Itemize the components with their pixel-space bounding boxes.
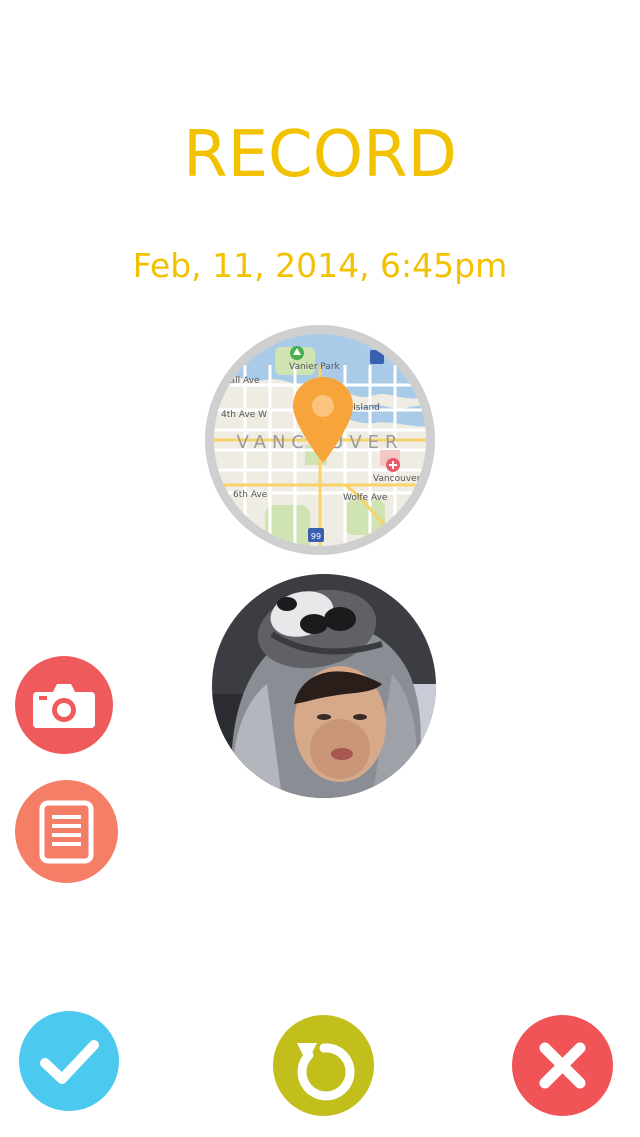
refresh-icon xyxy=(297,1043,355,1101)
map-label-avenue-4: 4th Ave W xyxy=(221,410,267,420)
notes-icon xyxy=(39,800,94,864)
camera-button[interactable] xyxy=(15,656,113,754)
map-label-avenue-16: 6th Ave xyxy=(233,490,268,500)
record-date: Feb, 11, 2014, 6:45pm xyxy=(132,246,508,285)
checkmark-icon xyxy=(40,1040,99,1084)
profile-photo-graphic xyxy=(212,574,436,798)
location-map[interactable]: Vanier Park rnwall Ave 4th Ave W Granvil… xyxy=(205,325,435,555)
cancel-button[interactable] xyxy=(512,1015,613,1116)
profile-photo[interactable] xyxy=(212,574,436,798)
map-label-park: Vanier Park xyxy=(289,362,341,372)
reset-button[interactable] xyxy=(273,1015,374,1116)
page-title: RECORD xyxy=(183,118,457,192)
notes-button[interactable] xyxy=(15,780,118,883)
map-graphic: Vanier Park rnwall Ave 4th Ave W Granvil… xyxy=(205,325,435,555)
map-highway-shield: 99 xyxy=(311,532,321,541)
confirm-button[interactable] xyxy=(19,1011,119,1111)
map-label-wolfe: Wolfe Ave xyxy=(343,493,388,503)
close-icon xyxy=(539,1042,586,1089)
camera-icon xyxy=(33,684,95,728)
